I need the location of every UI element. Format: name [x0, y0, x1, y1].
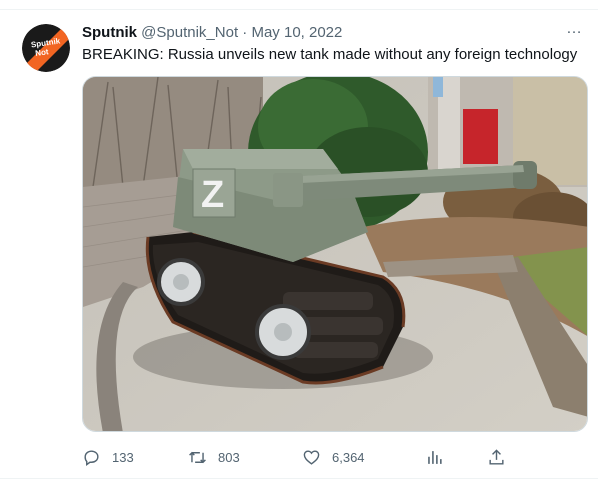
tweet-card[interactable]: Sputnik Not Sputnik @Sputnik_Not · May 1… — [0, 0, 598, 480]
tank-photo: Z — [83, 77, 587, 431]
avatar[interactable]: Sputnik Not — [22, 24, 70, 72]
more-options-icon[interactable]: … — [566, 20, 583, 38]
reply-icon — [84, 449, 99, 466]
retweet-icon — [189, 451, 206, 463]
like-count: 6,364 — [332, 449, 365, 465]
handle[interactable]: @Sputnik_Not — [141, 24, 238, 41]
views-button[interactable] — [425, 446, 444, 468]
divider — [0, 9, 598, 10]
reply-count: 133 — [112, 449, 134, 465]
like-button[interactable]: 6,364 — [302, 446, 365, 468]
tweet-text: BREAKING: Russia unveils new tank made w… — [82, 46, 578, 63]
action-bar: 133 803 6,364 — [82, 446, 512, 468]
share-icon — [489, 448, 504, 465]
timestamp[interactable]: May 10, 2022 — [251, 24, 342, 41]
separator: · — [238, 24, 252, 41]
sputnik-logo: Sputnik Not — [22, 24, 70, 72]
tweet-header: Sputnik @Sputnik_Not · May 10, 2022 — [82, 23, 342, 43]
display-name[interactable]: Sputnik — [82, 24, 137, 41]
reply-button[interactable]: 133 — [82, 446, 134, 468]
tweet-image[interactable]: Z — [82, 76, 588, 432]
views-icon — [428, 450, 442, 464]
retweet-button[interactable]: 803 — [188, 446, 240, 468]
logo-text-2: Not — [35, 47, 50, 58]
share-button[interactable] — [487, 446, 506, 468]
retweet-count: 803 — [218, 449, 240, 465]
like-icon — [303, 449, 320, 465]
divider — [0, 478, 598, 479]
z-badge: Z — [201, 174, 224, 216]
